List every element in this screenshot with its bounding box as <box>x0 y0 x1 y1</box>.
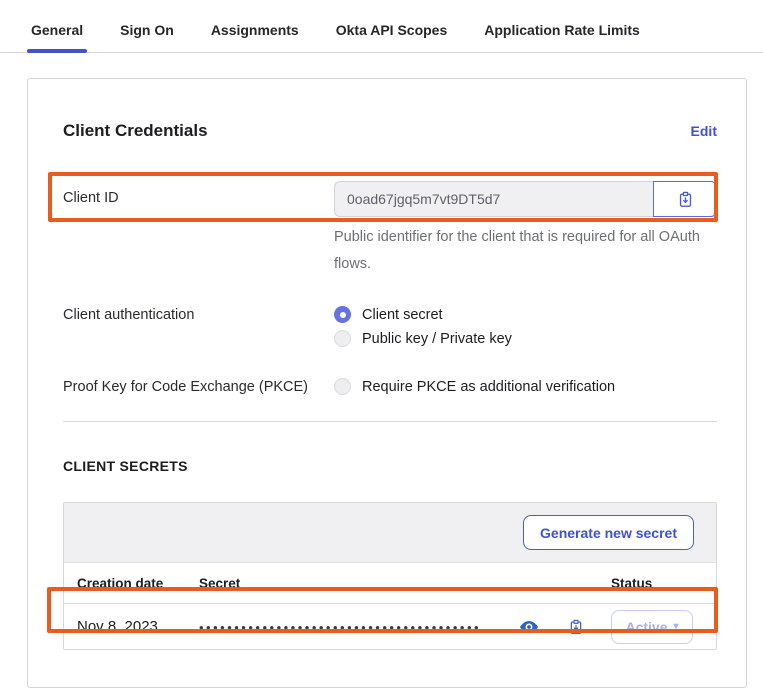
masked-secret-value: •••••••••••••••••••••••••••••••••••••••• <box>199 618 520 635</box>
client-id-control: Public identifier for the client that is… <box>334 181 717 278</box>
status-value: Active <box>625 619 667 635</box>
client-id-label: Client ID <box>63 181 334 206</box>
client-id-input-group <box>334 181 717 217</box>
radio-public-private-key[interactable]: Public key / Private key <box>334 330 717 347</box>
reveal-secret-button[interactable] <box>520 620 538 634</box>
secrets-table-header: Creation date Secret Status <box>64 563 716 604</box>
radio-unselected-icon[interactable] <box>334 330 351 347</box>
checkbox-unchecked-icon[interactable] <box>334 378 351 395</box>
section-divider <box>63 421 717 422</box>
client-secrets-widget: Generate new secret Creation date Secret… <box>63 502 717 650</box>
radio-client-secret-label: Client secret <box>362 307 443 323</box>
clipboard-copy-icon <box>677 191 694 208</box>
edit-link[interactable]: Edit <box>691 123 717 139</box>
radio-public-private-key-label: Public key / Private key <box>362 331 512 347</box>
pkce-checkbox-item[interactable]: Require PKCE as additional verification <box>334 378 717 395</box>
status-cell: Active ▾ <box>611 610 716 644</box>
clipboard-copy-icon <box>568 619 584 635</box>
pkce-row: Proof Key for Code Exchange (PKCE) Requi… <box>63 378 717 395</box>
client-id-help-text: Public identifier for the client that is… <box>334 224 716 278</box>
general-settings-card: Client Credentials Edit Client ID <box>27 78 747 688</box>
eye-icon <box>520 620 538 634</box>
secret-creation-date: Nov 8, 2023 <box>77 618 199 635</box>
chevron-down-icon: ▾ <box>674 621 679 632</box>
header-status: Status <box>611 576 716 591</box>
client-secrets-title: CLIENT SECRETS <box>63 458 717 474</box>
tab-assignments[interactable]: Assignments <box>207 22 303 52</box>
client-id-input[interactable] <box>334 181 653 217</box>
secret-table-row: Nov 8, 2023 ••••••••••••••••••••••••••••… <box>64 604 716 649</box>
header-creation-date: Creation date <box>77 576 199 591</box>
radio-client-secret[interactable]: Client secret <box>334 306 717 323</box>
secret-cell: •••••••••••••••••••••••••••••••••••••••• <box>199 618 611 635</box>
client-authentication-options: Client secret Public key / Private key <box>334 306 717 354</box>
header-secret: Secret <box>199 576 611 591</box>
generate-new-secret-button[interactable]: Generate new secret <box>523 515 694 550</box>
copy-client-id-button[interactable] <box>653 181 717 217</box>
client-credentials-header: Client Credentials Edit <box>63 121 717 141</box>
client-secrets-toolbar: Generate new secret <box>64 503 716 563</box>
radio-selected-icon[interactable] <box>334 306 351 323</box>
client-authentication-row: Client authentication Client secret Publ… <box>63 306 717 354</box>
tab-okta-api-scopes[interactable]: Okta API Scopes <box>332 22 452 52</box>
pkce-label: Proof Key for Code Exchange (PKCE) <box>63 378 334 395</box>
tab-sign-on[interactable]: Sign On <box>116 22 178 52</box>
client-credentials-title: Client Credentials <box>63 121 208 141</box>
client-id-row: Client ID Public identifier for the clie <box>63 181 717 278</box>
status-dropdown-button[interactable]: Active ▾ <box>611 610 693 644</box>
pkce-control: Require PKCE as additional verification <box>334 378 717 395</box>
pkce-option-label: Require PKCE as additional verification <box>362 379 615 395</box>
tab-application-rate-limits[interactable]: Application Rate Limits <box>480 22 644 52</box>
client-authentication-label: Client authentication <box>63 306 334 323</box>
app-tab-bar: General Sign On Assignments Okta API Sco… <box>0 0 763 53</box>
copy-secret-button[interactable] <box>568 619 584 635</box>
tab-general[interactable]: General <box>27 22 87 52</box>
